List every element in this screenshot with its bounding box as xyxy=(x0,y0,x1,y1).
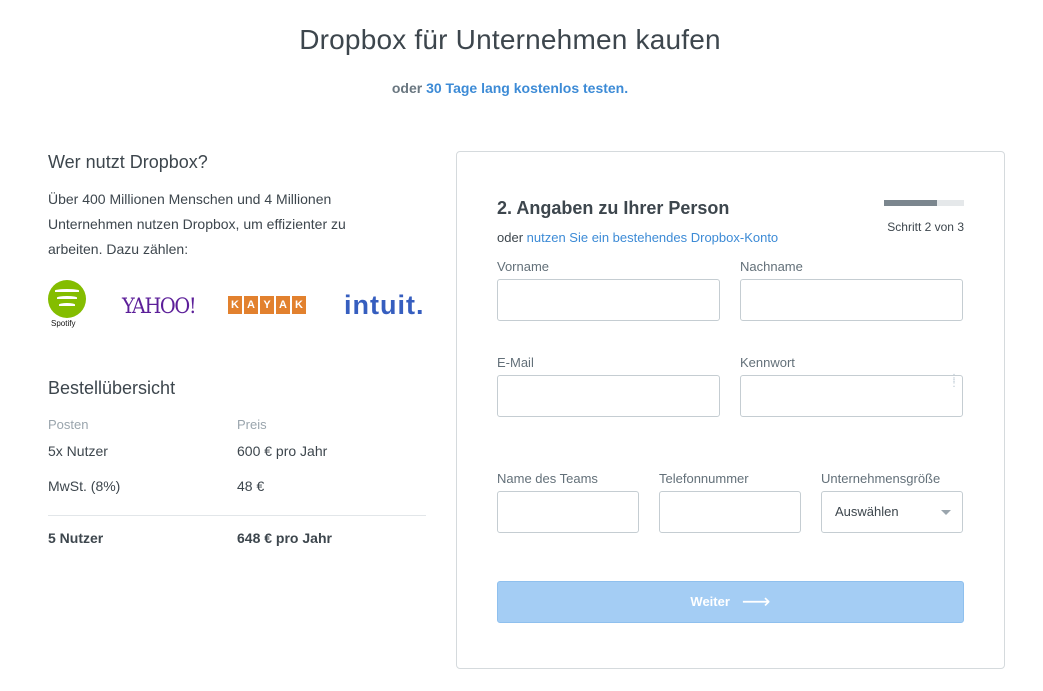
page-subtitle: oder 30 Tage lang kostenlos testen. xyxy=(0,80,1020,96)
kayak-letter: A xyxy=(244,296,258,314)
page-title: Dropbox für Unternehmen kaufen xyxy=(299,24,721,55)
order-header-row: Posten Preis xyxy=(48,417,426,437)
step-progress-fill xyxy=(884,200,938,206)
next-button[interactable]: Weiter ⟶ xyxy=(497,581,964,623)
first-name-label: Vorname xyxy=(497,259,550,274)
password-manager-icon[interactable]: ⋮ ⋮ xyxy=(949,374,959,389)
next-button-label: Weiter xyxy=(690,594,730,609)
step-progress-bar xyxy=(884,200,964,206)
password-input[interactable]: ⋮ ⋮ xyxy=(740,374,963,417)
form-step-title: 2. Angaben zu Ihrer Person xyxy=(497,198,730,218)
company-size-label: Unternehmensgröße xyxy=(821,471,941,486)
step-counter: Schritt 2 von 3 xyxy=(887,220,964,234)
phone-input[interactable] xyxy=(659,491,801,533)
chevron-down-icon xyxy=(941,510,951,515)
phone-label: Telefonnummer xyxy=(659,471,749,486)
email-label: E-Mail xyxy=(497,355,534,370)
order-item: MwSt. (8%) xyxy=(48,478,121,494)
company-size-value: Auswählen xyxy=(835,504,899,519)
last-name-input[interactable] xyxy=(740,279,963,321)
kayak-letter: K xyxy=(292,296,306,314)
team-name-input[interactable] xyxy=(497,491,639,533)
order-header-item: Posten xyxy=(48,417,89,432)
last-name-label: Nachname xyxy=(740,259,803,274)
order-total-row: 5 Nutzer 648 € pro Jahr xyxy=(48,530,426,560)
team-name-label: Name des Teams xyxy=(497,471,598,486)
email-input[interactable] xyxy=(497,375,720,417)
form-step-subtitle: oder nutzen Sie ein bestehendes Dropbox-… xyxy=(497,230,778,245)
first-name-input[interactable] xyxy=(497,279,720,321)
order-divider xyxy=(48,515,426,516)
yahoo-logo: YAHOO! xyxy=(122,294,197,318)
order-row: MwSt. (8%) 48 € xyxy=(48,478,426,513)
customer-logos: Spotify YAHOO! K A Y A K intuit. xyxy=(48,278,428,338)
order-summary-title: Bestellübersicht xyxy=(48,378,176,398)
kayak-letter: Y xyxy=(260,296,274,314)
spotify-logo: Spotify xyxy=(48,280,88,328)
order-row: 5x Nutzer 600 € pro Jahr xyxy=(48,443,426,478)
arrow-right-icon: ⟶ xyxy=(741,591,771,613)
subtitle-prefix: oder xyxy=(391,80,423,96)
kayak-logo: K A Y A K xyxy=(228,296,306,314)
kayak-letter: A xyxy=(276,296,290,314)
intuit-logo: intuit. xyxy=(344,290,425,320)
order-item: 5x Nutzer xyxy=(48,443,108,459)
password-label: Kennwort xyxy=(740,355,795,370)
company-size-select[interactable]: Auswählen xyxy=(821,491,963,533)
who-uses-text: Über 400 Millionen Menschen und 4 Millio… xyxy=(48,191,346,257)
order-total-item: 5 Nutzer xyxy=(48,530,104,546)
signup-form-card: 2. Angaben zu Ihrer Person oder nutzen S… xyxy=(456,151,1005,669)
free-trial-link[interactable]: 30 Tage lang kostenlos testen. xyxy=(426,80,628,96)
spotify-label: Spotify xyxy=(51,319,76,328)
existing-account-link[interactable]: nutzen Sie ein bestehendes Dropbox-Konto xyxy=(527,230,779,245)
order-total-price: 648 € pro Jahr xyxy=(237,530,332,546)
who-uses-section: Wer nutzt Dropbox? Über 400 Millionen Me… xyxy=(48,152,428,262)
who-uses-title: Wer nutzt Dropbox? xyxy=(48,152,208,172)
order-header-price: Preis xyxy=(237,417,267,432)
spotify-icon xyxy=(48,280,86,318)
order-summary: Bestellübersicht Posten Preis 5x Nutzer … xyxy=(48,378,426,560)
form-sub-prefix: oder xyxy=(497,230,524,245)
kayak-letter: K xyxy=(228,296,242,314)
order-price: 600 € pro Jahr xyxy=(237,443,328,459)
order-price: 48 € xyxy=(237,478,265,494)
